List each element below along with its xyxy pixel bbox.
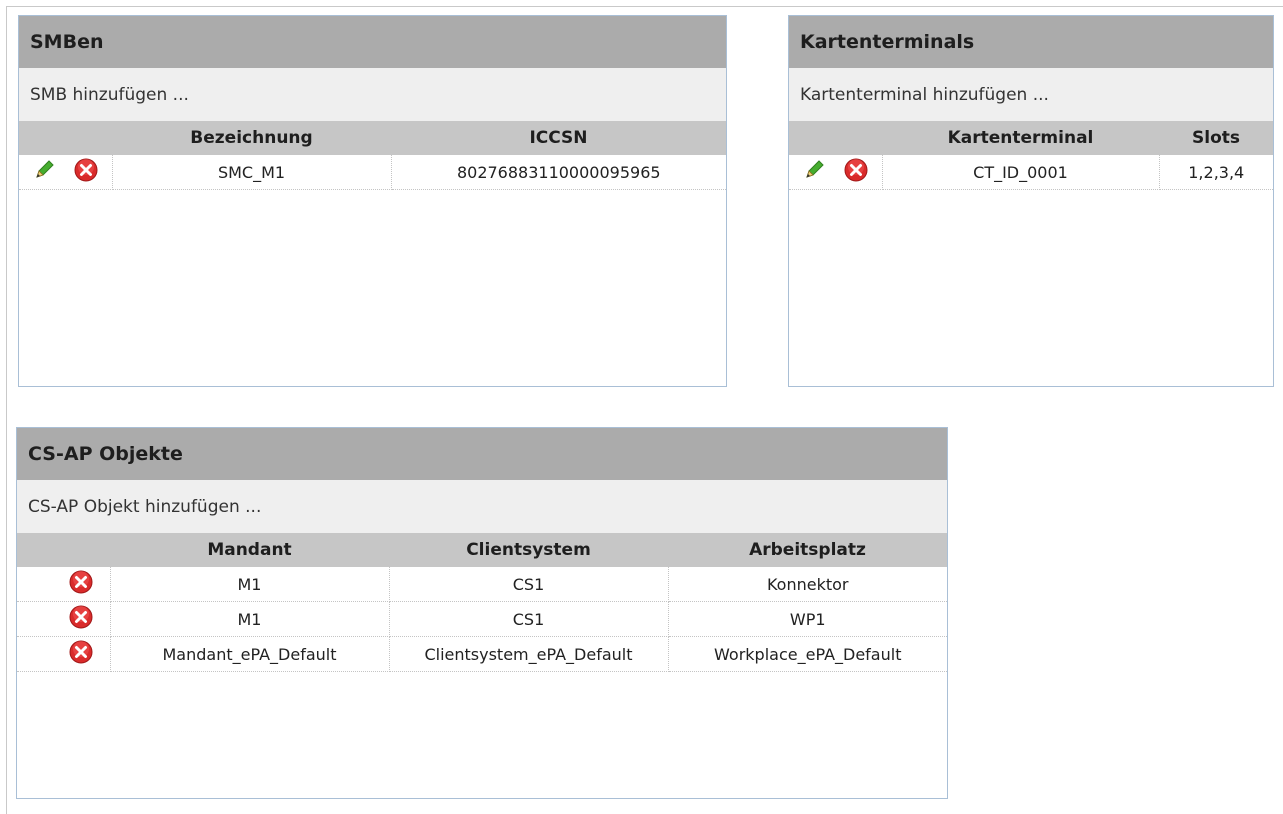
cell-clientsystem: Clientsystem_ePA_Default (389, 636, 669, 672)
frame-left-border (6, 6, 7, 814)
cell-bezeichnung: SMC_M1 (112, 155, 392, 190)
cell-slots: 1,2,3,4 (1159, 155, 1273, 190)
pencil-icon[interactable] (803, 159, 825, 185)
add-kartenterminal-link[interactable]: Kartenterminal hinzufügen ... (789, 68, 1273, 121)
frame-top-border (6, 6, 1283, 7)
row-actions (17, 567, 111, 602)
cell-arbeitsplatz: WP1 (668, 601, 947, 637)
cell-iccsn: 80276883110000095965 (391, 155, 726, 190)
row-actions (17, 601, 111, 637)
cell-clientsystem: CS1 (389, 567, 669, 602)
column-header-mandant[interactable]: Mandant (110, 533, 389, 567)
cell-arbeitsplatz: Konnektor (668, 567, 947, 602)
table-row[interactable]: SMC_M1 80276883110000095965 (19, 155, 726, 190)
table-header-row: Bezeichnung ICCSN (19, 121, 726, 155)
column-header-actions (19, 121, 112, 155)
cell-mandant: M1 (110, 601, 390, 637)
kartenterminal-table: Kartenterminal Slots CT_ID_0001 1,2,3,4 (789, 121, 1273, 190)
table-row[interactable]: CT_ID_0001 1,2,3,4 (789, 155, 1273, 190)
row-actions (17, 636, 111, 672)
kartenterminal-panel: Kartenterminals Kartenterminal hinzufüge… (788, 15, 1274, 387)
delete-icon[interactable] (844, 158, 868, 186)
csap-panel: CS-AP Objekte CS-AP Objekt hinzufügen ..… (16, 427, 948, 799)
delete-icon[interactable] (69, 570, 93, 598)
csap-table: Mandant Clientsystem Arbeitsplatz M1 CS1… (17, 533, 947, 672)
delete-icon[interactable] (74, 158, 98, 186)
cell-mandant: M1 (110, 567, 390, 602)
cell-clientsystem: CS1 (389, 601, 669, 637)
delete-icon[interactable] (69, 605, 93, 633)
cell-kartenterminal: CT_ID_0001 (882, 155, 1160, 190)
table-header-row: Mandant Clientsystem Arbeitsplatz (17, 533, 947, 567)
pencil-icon[interactable] (33, 159, 55, 185)
smb-table: Bezeichnung ICCSN SMC_M1 802768831100000… (19, 121, 726, 190)
table-row[interactable]: M1 CS1 WP1 (17, 601, 947, 637)
column-header-slots[interactable]: Slots (1159, 121, 1273, 155)
row-actions (19, 155, 113, 190)
table-row[interactable]: M1 CS1 Konnektor (17, 567, 947, 602)
delete-icon[interactable] (69, 640, 93, 668)
table-header-row: Kartenterminal Slots (789, 121, 1273, 155)
column-header-iccsn[interactable]: ICCSN (391, 121, 726, 155)
column-header-arbeitsplatz[interactable]: Arbeitsplatz (668, 533, 947, 567)
column-header-clientsystem[interactable]: Clientsystem (389, 533, 668, 567)
kartenterminal-panel-title: Kartenterminals (789, 16, 1273, 68)
table-row[interactable]: Mandant_ePA_Default Clientsystem_ePA_Def… (17, 636, 947, 672)
column-header-kartenterminal[interactable]: Kartenterminal (882, 121, 1159, 155)
smb-panel-title: SMBen (19, 16, 726, 68)
cell-mandant: Mandant_ePA_Default (110, 636, 390, 672)
add-smb-link[interactable]: SMB hinzufügen ... (19, 68, 726, 121)
column-header-actions (789, 121, 882, 155)
smb-panel: SMBen SMB hinzufügen ... Bezeichnung ICC… (18, 15, 727, 387)
column-header-bezeichnung[interactable]: Bezeichnung (112, 121, 391, 155)
cell-arbeitsplatz: Workplace_ePA_Default (668, 636, 947, 672)
csap-panel-title: CS-AP Objekte (17, 428, 947, 480)
add-csap-link[interactable]: CS-AP Objekt hinzufügen ... (17, 480, 947, 533)
row-actions (789, 155, 883, 190)
column-header-actions (17, 533, 110, 567)
